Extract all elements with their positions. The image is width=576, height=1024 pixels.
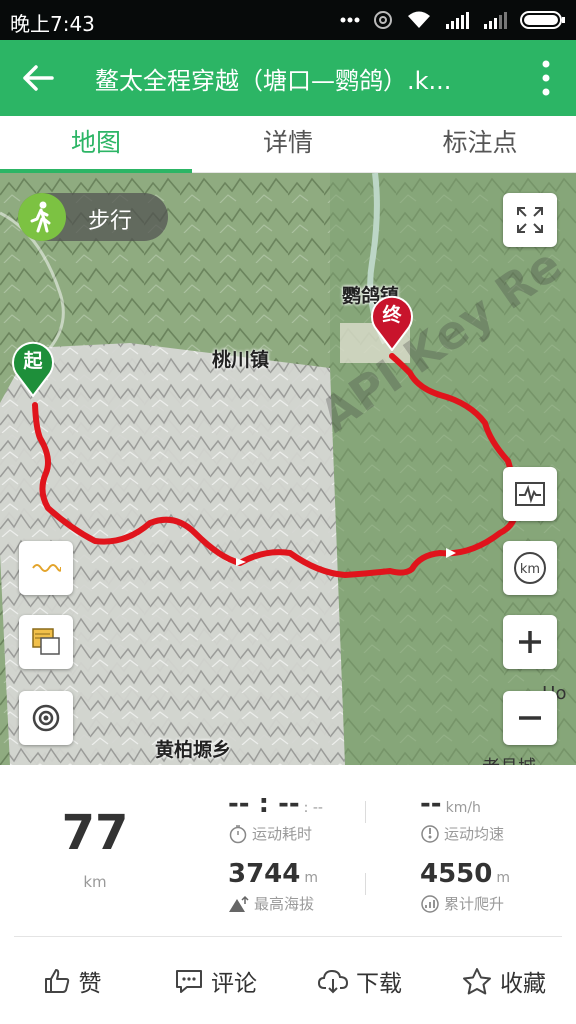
max-altitude-value: 3744 xyxy=(228,859,301,889)
avg-speed-label: 运动均速 xyxy=(444,825,505,843)
max-altitude-label: 最高海拔 xyxy=(254,895,315,913)
cell-signal-2-icon xyxy=(484,12,507,29)
map-view[interactable]: API Key Re 桃川镇 鹦鸽镇 黄柏塬乡 Ho 老县城 起 终 步行 km xyxy=(0,173,576,765)
download-label: 下载 xyxy=(356,971,402,997)
section-divider xyxy=(14,936,562,937)
total-climb-stat: 4550 m 累计爬升 xyxy=(420,859,510,914)
zoom-out-icon xyxy=(519,716,541,720)
status-time: 晚上7:43 xyxy=(10,12,95,36)
duration-unit: : -- xyxy=(303,800,323,816)
avg-speed-value: -- xyxy=(420,789,442,819)
comment-icon xyxy=(176,970,202,993)
status-icons xyxy=(340,6,566,34)
max-altitude-unit: m xyxy=(304,870,319,886)
tab-details[interactable]: 详情 xyxy=(192,116,384,172)
star-icon xyxy=(463,968,491,995)
page-title: 鳌太全程穿越（塘口—鹦鸽）.k... xyxy=(95,67,452,95)
map-label-huangbaiyuan: 黄柏塬乡 xyxy=(155,739,232,761)
travel-mode-label: 步行 xyxy=(88,209,133,234)
travel-mode-toggle[interactable]: 步行 xyxy=(18,193,168,241)
zoom-in-icon xyxy=(519,631,541,653)
favorite-label: 收藏 xyxy=(500,971,546,997)
cell-signal-icon xyxy=(446,12,469,29)
start-marker-label: 起 xyxy=(23,350,43,372)
comment-label: 评论 xyxy=(211,971,257,997)
unit-toggle-button[interactable]: km xyxy=(503,541,557,595)
like-label: 赞 xyxy=(78,971,102,997)
more-options-button[interactable] xyxy=(536,58,556,98)
map-label-taochuan: 桃川镇 xyxy=(212,349,270,371)
arrow-left-icon xyxy=(23,65,54,91)
start-marker[interactable]: 起 xyxy=(10,339,56,398)
battery-icon xyxy=(520,11,565,29)
app-bar: 鳌太全程穿越（塘口—鹦鸽）.k... xyxy=(0,40,576,116)
tab-markers[interactable]: 标注点 xyxy=(384,116,576,172)
map-label-edge-bottom: 老县城 xyxy=(482,753,536,765)
cloud-download-icon xyxy=(318,969,348,994)
terrain-map xyxy=(0,173,576,765)
route-stats: 77 km -- : --: -- 运动耗时 -- km/h 运动均速 3744 m… xyxy=(0,765,576,937)
end-marker-label: 终 xyxy=(382,304,402,326)
climb-chart-icon xyxy=(421,894,439,913)
distance-unit: km xyxy=(83,873,107,891)
action-bar: 赞 评论 下载 收藏 xyxy=(0,938,576,1024)
elevation-profile-button[interactable] xyxy=(503,467,557,521)
divider xyxy=(365,873,366,895)
svg-text:km: km xyxy=(520,562,540,577)
duration-value: -- : -- xyxy=(228,789,300,819)
max-altitude-stat: 3744 m 最高海拔 xyxy=(228,859,318,914)
wifi-icon xyxy=(408,11,430,28)
zoom-in-button[interactable] xyxy=(503,615,557,669)
zoom-out-button[interactable] xyxy=(503,691,557,745)
status-bar: 晚上7:43 xyxy=(0,0,576,40)
back-button[interactable] xyxy=(18,58,58,98)
signal-circle-icon xyxy=(374,11,392,29)
avg-speed-stat: -- km/h 运动均速 xyxy=(420,789,504,844)
fullscreen-button[interactable] xyxy=(503,193,557,247)
duration-stat: -- : --: -- 运动耗时 xyxy=(228,789,323,844)
distance-value: 77 xyxy=(61,805,129,861)
end-marker[interactable]: 终 xyxy=(369,293,415,352)
stopwatch-icon xyxy=(229,824,247,843)
total-climb-unit: m xyxy=(496,870,511,886)
tab-bar: 地图 详情 标注点 xyxy=(0,116,576,173)
more-dots-icon xyxy=(340,17,360,23)
download-button[interactable]: 下载 xyxy=(288,964,432,998)
km-icon: km xyxy=(514,552,546,584)
thumbs-up-icon xyxy=(44,969,69,993)
total-climb-value: 4550 xyxy=(420,859,493,889)
locate-button[interactable] xyxy=(19,691,73,745)
map-layers-button[interactable] xyxy=(19,615,73,669)
total-climb-label: 累计爬升 xyxy=(444,895,505,913)
duration-label: 运动耗时 xyxy=(252,825,313,843)
track-style-button[interactable] xyxy=(19,541,73,595)
comment-button[interactable]: 评论 xyxy=(144,964,288,998)
avg-speed-unit: km/h xyxy=(445,800,481,816)
layers-icon xyxy=(32,628,60,655)
locate-icon xyxy=(32,704,60,732)
fullscreen-icon xyxy=(517,207,543,233)
walking-icon xyxy=(18,193,66,241)
speedometer-icon xyxy=(421,824,439,843)
track-line-icon xyxy=(32,564,61,572)
tab-map[interactable]: 地图 xyxy=(0,116,192,173)
more-vertical-icon xyxy=(542,60,550,96)
mountain-peak-icon xyxy=(229,895,249,912)
favorite-button[interactable]: 收藏 xyxy=(432,964,576,998)
divider xyxy=(365,801,366,823)
like-button[interactable]: 赞 xyxy=(0,964,144,998)
elevation-profile-icon xyxy=(515,482,545,506)
